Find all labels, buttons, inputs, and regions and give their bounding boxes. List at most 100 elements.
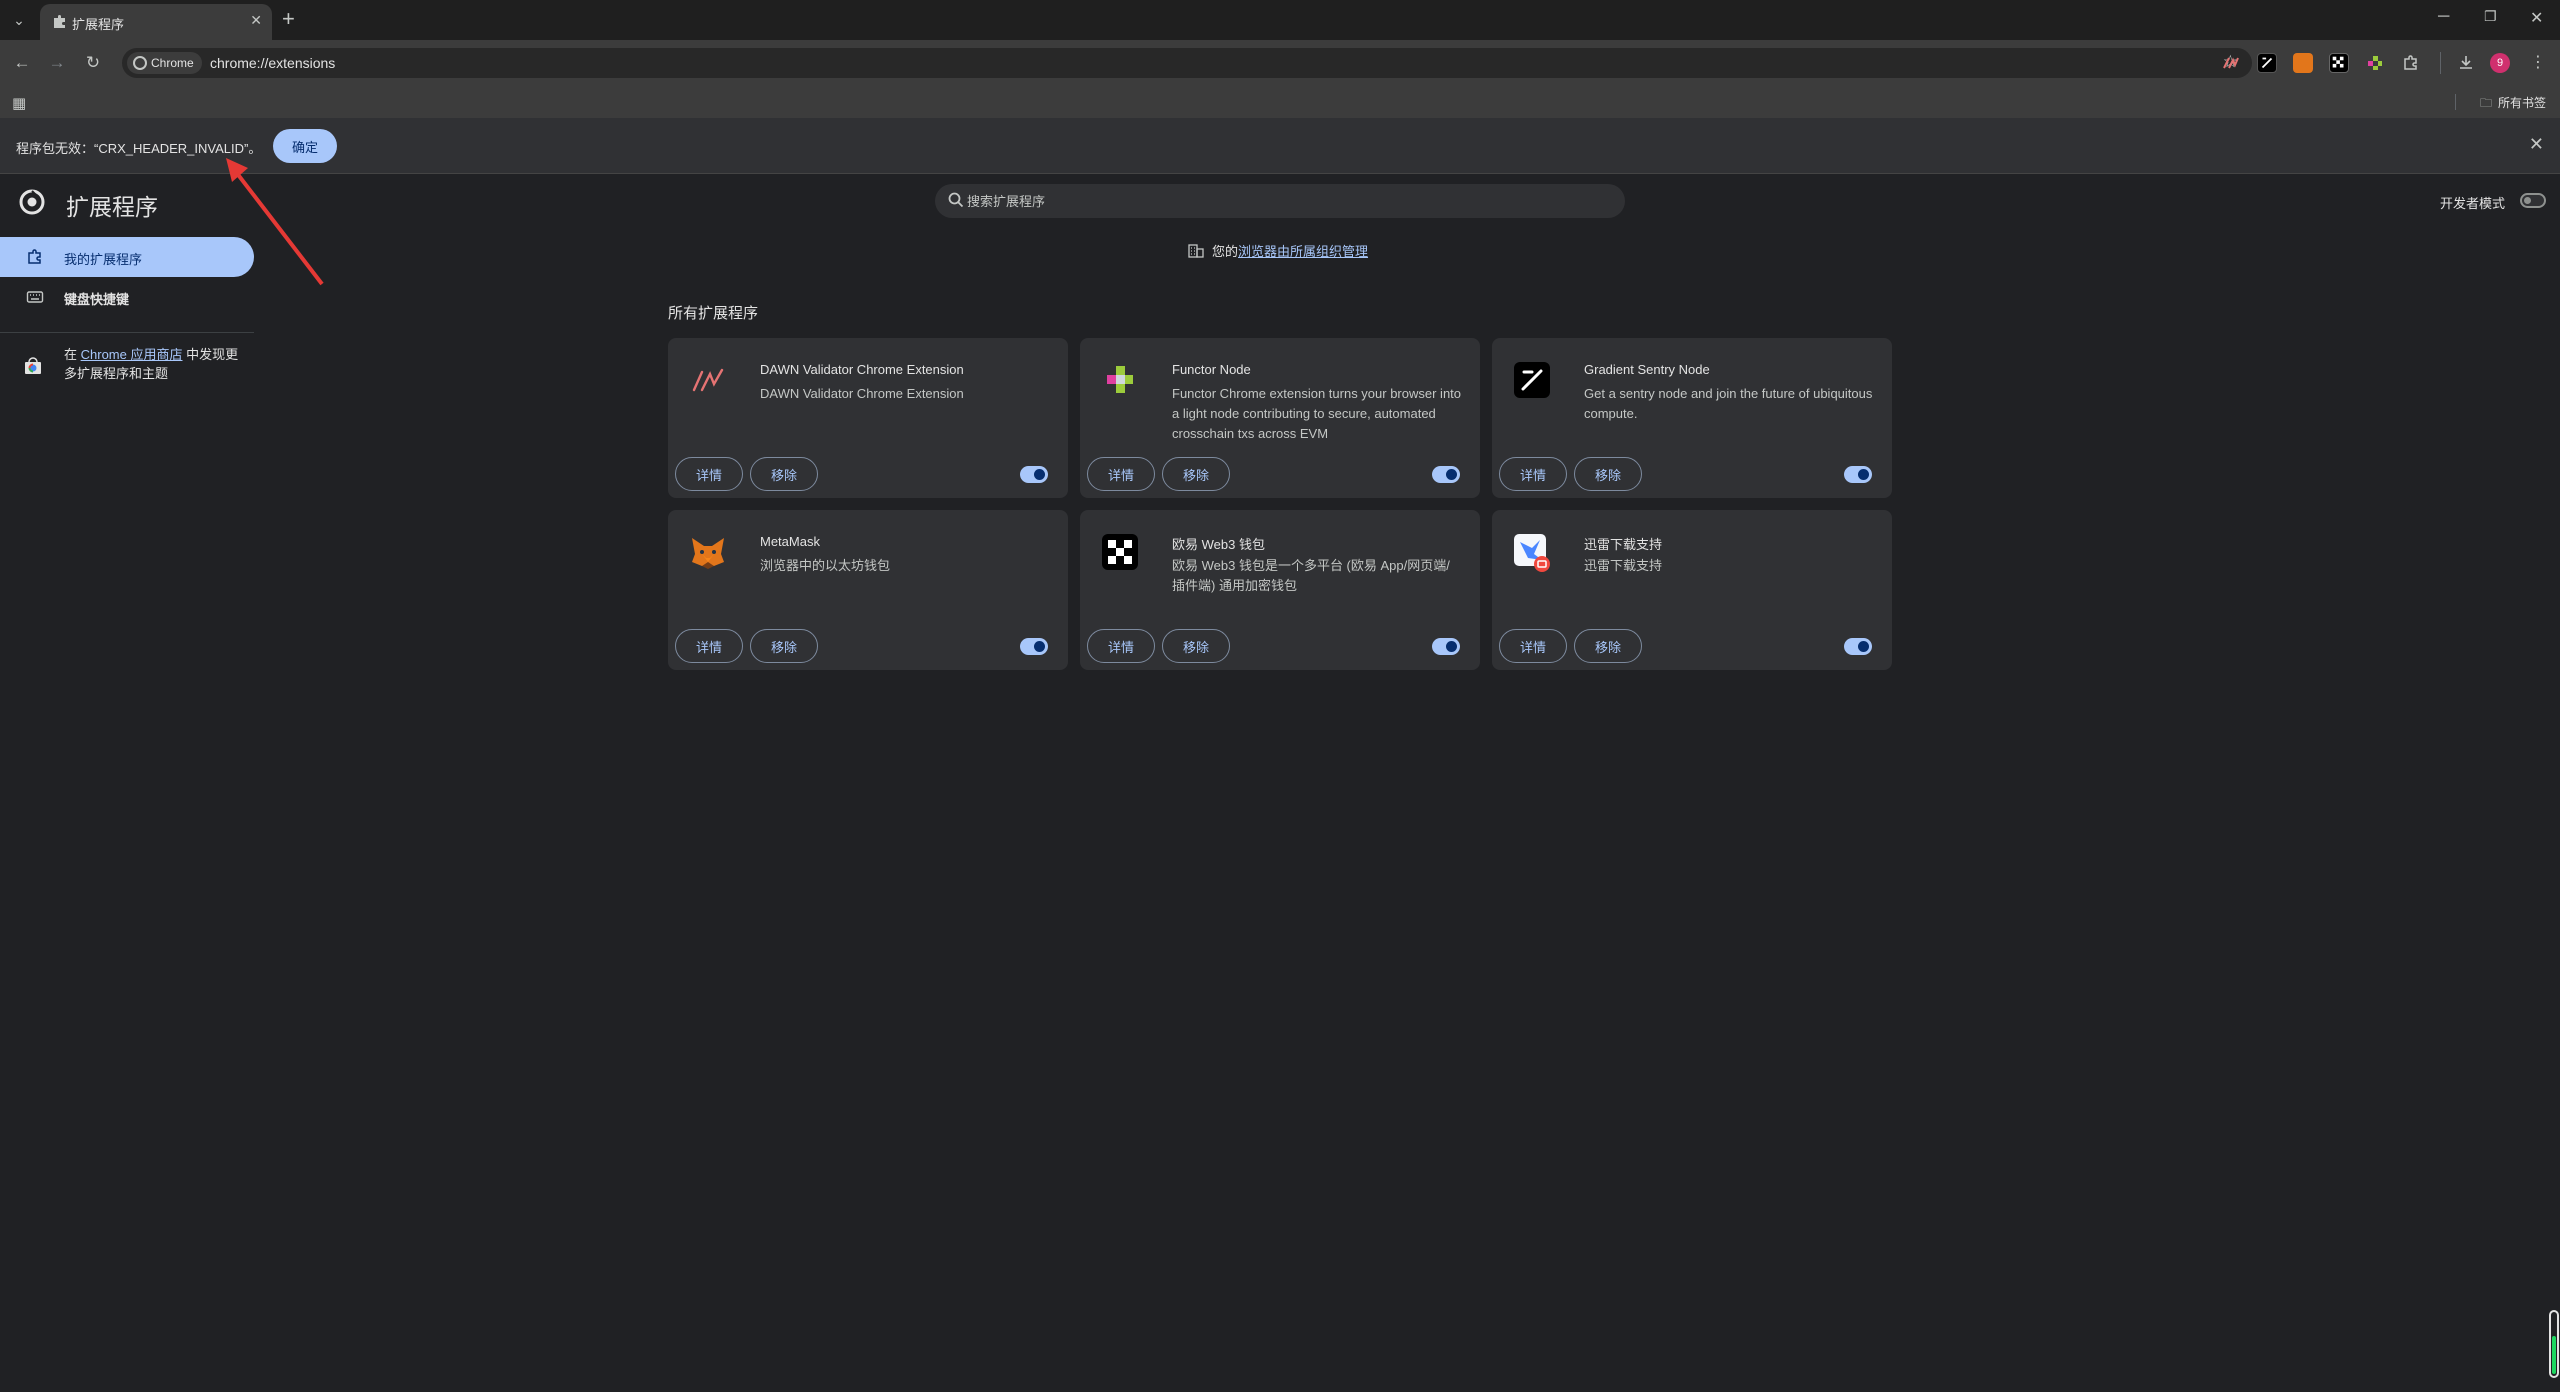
ok-button[interactable]: 确定 [273, 129, 337, 163]
extension-name: Functor Node [1172, 362, 1251, 377]
tab-close-icon[interactable]: ✕ [250, 12, 262, 29]
extension-name: 迅雷下载支持 [1584, 537, 1663, 552]
extension-card: DAWN Validator Chrome Extension DAWN Val… [668, 338, 1068, 498]
search-input[interactable] [967, 184, 1607, 218]
enable-toggle[interactable] [1432, 638, 1460, 655]
bookmarks-divider [2455, 94, 2456, 110]
all-bookmarks-label: 所有书签 [2497, 96, 2546, 110]
store-prefix: 在 [64, 347, 81, 362]
enable-toggle[interactable] [1020, 638, 1048, 655]
web-store-icon [25, 357, 41, 374]
details-button[interactable]: 详情 [1499, 457, 1567, 491]
functor-icon [1107, 366, 1133, 393]
extension-card: Gradient Sentry Node Get a sentry node a… [1492, 338, 1892, 498]
forward-icon[interactable]: → [44, 50, 70, 76]
extension-name: Gradient Sentry Node [1584, 362, 1710, 377]
toolbar: ← → ↻ Chrome chrome://extensions ☆ 9 ⋮ [0, 40, 2560, 86]
enable-toggle[interactable] [1020, 466, 1048, 483]
chrome-web-store-promo: 在 Chrome 应用商店 中发现更多扩展程序和主题 [20, 345, 250, 383]
extension-description: DAWN Validator Chrome Extension [760, 386, 964, 401]
extension-card: MetaMask 浏览器中的以太坊钱包 详情 移除 [668, 510, 1068, 670]
remove-button[interactable]: 移除 [1162, 457, 1230, 491]
enable-toggle[interactable] [1844, 466, 1872, 483]
site-info-chip[interactable]: Chrome [127, 52, 202, 74]
kebab-menu-icon[interactable]: ⋮ [2525, 50, 2551, 76]
extension-description: Get a sentry node and join the future of… [1584, 386, 1873, 421]
extension-card: 迅雷下载支持 迅雷下载支持 详情 移除 [1492, 510, 1892, 670]
search-icon [948, 192, 964, 208]
extension-name: 欧易 Web3 钱包 [1172, 537, 1265, 552]
section-title: 所有扩展程序 [668, 305, 759, 322]
omnibox[interactable]: Chrome chrome://extensions ☆ [122, 48, 2252, 78]
remove-button[interactable]: 移除 [1162, 629, 1230, 663]
tab-strip: ⌄ 扩展程序 ✕ + ─ ❐ ✕ [0, 0, 2560, 40]
gradient-toolbar-icon[interactable] [2257, 53, 2277, 73]
page-title: 扩展程序 [66, 194, 158, 220]
puzzle-icon [28, 249, 41, 264]
details-button[interactable]: 详情 [1499, 629, 1567, 663]
extension-description: 欧易 Web3 钱包是一个多平台 (欧易 App/网页端/插件端) 通用加密钱包 [1172, 558, 1450, 593]
back-icon[interactable]: ← [9, 50, 35, 76]
extension-card: 欧易 Web3 钱包 欧易 Web3 钱包是一个多平台 (欧易 App/网页端/… [1080, 510, 1480, 670]
new-tab-button[interactable]: + [282, 6, 295, 32]
enable-toggle[interactable] [1844, 638, 1872, 655]
download-icon[interactable] [2456, 53, 2476, 73]
tab-title: 扩展程序 [72, 17, 125, 32]
tab-extensions[interactable]: 扩展程序 ✕ [40, 4, 272, 40]
remove-button[interactable]: 移除 [750, 629, 818, 663]
managed-link[interactable]: 浏览器由所属组织管理 [1238, 244, 1368, 259]
reload-icon[interactable]: ↻ [80, 50, 106, 76]
thunder-icon [1514, 534, 1550, 572]
gradient-icon [1514, 362, 1550, 398]
dawn-toolbar-icon[interactable] [2221, 53, 2241, 73]
restore-icon[interactable]: ❐ [2484, 8, 2497, 25]
extensions-puzzle-icon[interactable] [2401, 53, 2421, 73]
sidebar-item-my-extensions[interactable]: 我的扩展程序 [0, 237, 254, 277]
okx-toolbar-icon[interactable] [2329, 53, 2349, 73]
url-text[interactable]: chrome://extensions [210, 55, 335, 71]
error-message: 程序包无效：“CRX_HEADER_INVALID”。 [16, 141, 262, 156]
chip-label: Chrome [151, 56, 194, 70]
details-button[interactable]: 详情 [675, 457, 743, 491]
sidebar-item-label: 我的扩展程序 [64, 252, 143, 267]
remove-button[interactable]: 移除 [1574, 457, 1642, 491]
extension-card: Functor Node Functor Chrome extension tu… [1080, 338, 1480, 498]
search-box[interactable] [935, 184, 1625, 218]
tab-search-button[interactable]: ⌄ [6, 7, 32, 33]
bookmarks-bar: ▦ 🗀 所有书签 [0, 86, 2560, 118]
chrome-icon [133, 56, 147, 70]
dawn-icon [692, 368, 724, 392]
sidebar-item-keyboard-shortcuts[interactable]: 键盘快捷键 [0, 277, 254, 317]
building-icon [1188, 244, 1204, 258]
sidebar-divider [0, 332, 254, 333]
folder-icon: 🗀 [2479, 96, 2492, 110]
minimize-icon[interactable]: ─ [2438, 8, 2449, 26]
profile-avatar[interactable]: 9 [2490, 53, 2510, 73]
extensions-logo-icon [19, 189, 45, 215]
infobar-close-icon[interactable]: ✕ [2529, 134, 2544, 155]
functor-toolbar-icon[interactable] [2365, 53, 2385, 73]
metamask-fox-icon [692, 538, 724, 569]
managed-notice: 您的浏览器由所属组织管理 [1188, 241, 1368, 260]
remove-button[interactable]: 移除 [1574, 629, 1642, 663]
window-close-icon[interactable]: ✕ [2530, 8, 2543, 28]
all-bookmarks-button[interactable]: 🗀 所有书签 [2480, 94, 2546, 115]
enable-toggle[interactable] [1432, 466, 1460, 483]
details-button[interactable]: 详情 [1087, 457, 1155, 491]
apps-grid-icon[interactable]: ▦ [12, 94, 26, 112]
details-button[interactable]: 详情 [675, 629, 743, 663]
extension-description: 迅雷下载支持 [1584, 558, 1663, 573]
details-button[interactable]: 详情 [1087, 629, 1155, 663]
developer-mode-toggle[interactable] [2520, 193, 2546, 208]
extension-description: 浏览器中的以太坊钱包 [760, 558, 891, 573]
toolbar-divider [2440, 52, 2441, 74]
metamask-toolbar-icon[interactable] [2293, 53, 2313, 73]
sidebar-item-label: 键盘快捷键 [64, 292, 130, 307]
chrome-web-store-link[interactable]: Chrome 应用商店 [81, 347, 183, 362]
remove-button[interactable]: 移除 [750, 457, 818, 491]
keyboard-icon [26, 291, 44, 303]
scroll-indicator [2549, 1310, 2559, 1378]
extension-description: Functor Chrome extension turns your brow… [1172, 386, 1462, 441]
error-infobar: 程序包无效：“CRX_HEADER_INVALID”。 确定 ✕ [0, 118, 2560, 174]
developer-mode-label: 开发者模式 [2440, 196, 2506, 211]
